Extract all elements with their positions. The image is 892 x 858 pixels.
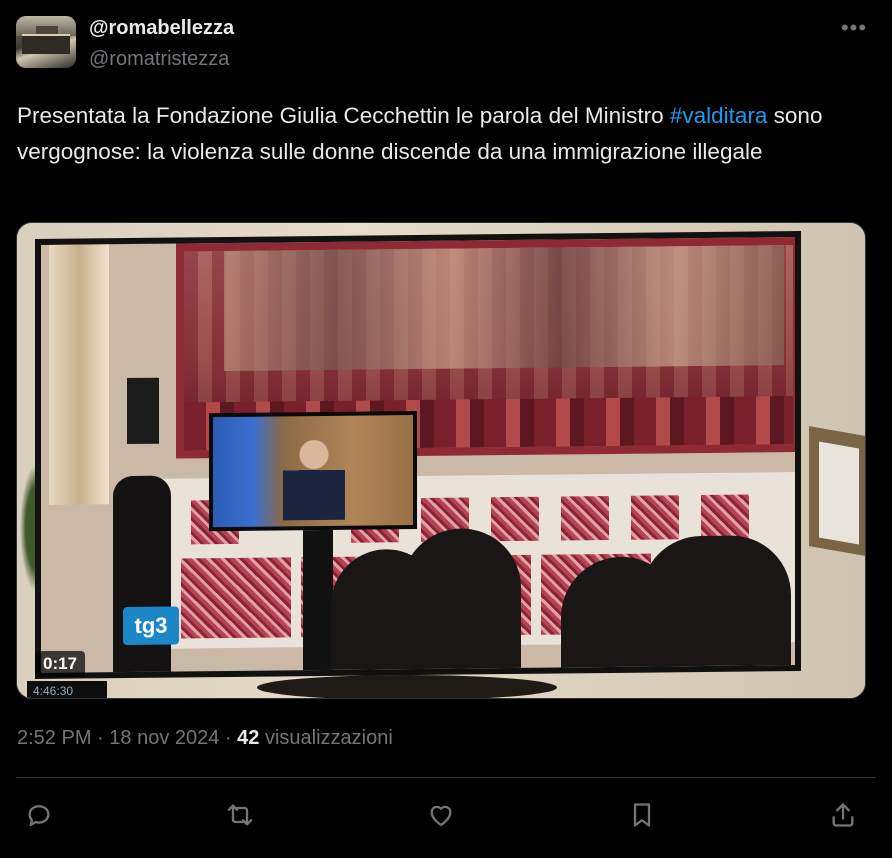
tv-tapestry-figures — [224, 245, 784, 372]
monitor-stand — [303, 529, 333, 673]
tweet-time[interactable]: 2:52 PM — [17, 727, 91, 749]
divider — [16, 777, 876, 778]
share-button[interactable] — [823, 795, 863, 835]
audience-head — [641, 535, 791, 667]
like-button[interactable] — [421, 795, 461, 835]
retweet-icon — [227, 804, 253, 826]
avatar-building — [22, 34, 70, 54]
video-picture-frame-inner — [819, 441, 859, 545]
user-handle[interactable]: @romatristezza — [89, 48, 229, 71]
audience-head — [401, 527, 521, 670]
like-icon — [430, 805, 452, 827]
retweet-button[interactable] — [220, 795, 260, 835]
tweet-meta: 2:52 PM · 18 nov 2024 · 42 visualizzazio… — [17, 727, 393, 750]
marble-panel — [631, 495, 679, 540]
tv-pillar — [49, 244, 109, 505]
more-icon: ••• — [840, 15, 868, 40]
video-duration-badge: 0:17 — [35, 651, 86, 677]
tv-frame: tg3 — [35, 230, 801, 680]
tweet-text-part1: Presentata la Fondazione Giulia Cecchett… — [17, 103, 670, 128]
action-bar — [0, 795, 892, 835]
clock-overlay: 4:46:30 — [27, 681, 107, 698]
tv-speaker — [127, 377, 159, 445]
video-player[interactable]: tg3 4:46:30 0:17 — [16, 222, 866, 699]
inner-monitor — [209, 411, 417, 532]
tg3-logo: tg3 — [123, 606, 179, 646]
marble-panel — [491, 496, 539, 542]
more-options-button[interactable]: ••• — [838, 14, 870, 42]
tweet-text: Presentata la Fondazione Giulia Cecchett… — [17, 98, 877, 170]
inner-monitor-speaker — [283, 435, 345, 521]
meta-separator: · — [219, 727, 238, 749]
inner-monitor-screen — [213, 415, 413, 528]
tv-base — [257, 675, 557, 698]
views-label: visualizzazioni — [259, 727, 393, 749]
avatar[interactable] — [16, 16, 76, 68]
meta-separator: · — [91, 727, 110, 749]
marble-panel — [561, 495, 609, 541]
tweet-date[interactable]: 18 nov 2024 — [109, 727, 219, 749]
reply-icon — [28, 805, 50, 827]
marble-panel-large — [181, 557, 291, 639]
views-count: 42 — [237, 727, 260, 749]
marble-panel — [701, 494, 749, 540]
hashtag-link[interactable]: #valditara — [670, 103, 768, 128]
tv-screen: tg3 — [41, 237, 795, 673]
tweet: @romabellezza @romatristezza ••• Present… — [0, 0, 892, 858]
share-icon — [832, 803, 854, 827]
display-name[interactable]: @romabellezza — [89, 17, 234, 40]
reply-button[interactable] — [19, 795, 59, 835]
bookmark-icon — [633, 803, 651, 827]
bookmark-button[interactable] — [622, 795, 662, 835]
